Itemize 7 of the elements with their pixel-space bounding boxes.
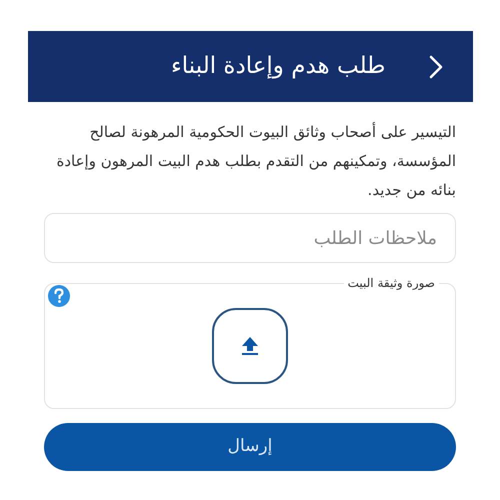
page-title: طلب هدم وإعادة البناء bbox=[170, 52, 386, 82]
submit-button[interactable]: إرسال bbox=[44, 423, 456, 471]
notes-field[interactable]: ملاحظات الطلب bbox=[44, 213, 456, 263]
help-icon[interactable] bbox=[47, 284, 71, 308]
description-text: التيسير على أصحاب وثائق البيوت الحكومية المرهونة لصالح المؤسسة، وتمكينهم من التقدم بطلب هدم البيت المرهون وإعادة بنائه من جديد. bbox=[55, 121, 456, 201]
upload-button[interactable] bbox=[212, 308, 288, 384]
upload-icon bbox=[241, 336, 259, 356]
